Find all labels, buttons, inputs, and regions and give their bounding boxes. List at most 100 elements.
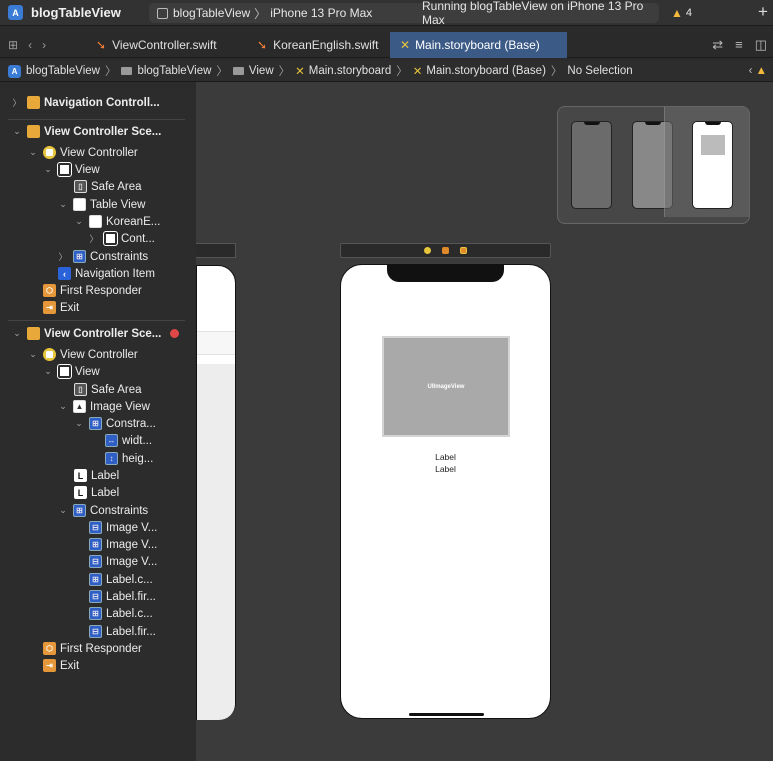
outline-label: View Controller xyxy=(60,348,138,361)
tab-label: KoreanEnglish.swift xyxy=(273,38,379,52)
outline-constraint-item[interactable]: ⊞ Label.c... xyxy=(89,605,153,622)
outline-height-constraint[interactable]: ↕ heig... xyxy=(105,450,153,467)
chevron-down-icon[interactable]: ⌄ xyxy=(74,418,84,429)
chevron-down-icon[interactable]: ⌄ xyxy=(58,401,68,412)
swift-icon: ➘ xyxy=(257,38,268,52)
constraint-icon: ⊟ xyxy=(89,625,102,638)
outline-first-responder-2[interactable]: ⬡ First Responder xyxy=(43,640,142,657)
jumpbar-group[interactable]: blogTableView xyxy=(137,65,211,77)
tab-main-storyboard[interactable]: ✕ Main.storyboard (Base) xyxy=(390,32,567,58)
outline-label: Image V... xyxy=(106,538,158,551)
outline-first-responder[interactable]: ⬡ First Responder xyxy=(43,282,142,299)
folder-icon xyxy=(121,67,133,75)
outline-image-view[interactable]: ⌄ ▲ Image View xyxy=(58,398,150,415)
outline-label: Constra... xyxy=(106,417,156,430)
view-controller-icon[interactable] xyxy=(424,247,431,254)
minimap-scene[interactable] xyxy=(692,121,733,209)
error-icon[interactable] xyxy=(170,329,180,338)
exit-icon[interactable] xyxy=(460,247,467,254)
outline-vc-scene-1[interactable]: ⌄ View Controller Sce... xyxy=(12,123,161,140)
jumpbar-view-folder[interactable]: View xyxy=(249,65,274,77)
outline-vc-scene-2[interactable]: ⌄ View Controller Sce... xyxy=(12,325,180,342)
scheme-selector[interactable]: blogTableView 〉 iPhone 13 Pro Max Runnin… xyxy=(149,0,659,199)
scheme-device[interactable]: iPhone 13 Pro Max xyxy=(270,6,372,20)
label-1[interactable]: Label xyxy=(341,452,550,462)
outline-constraints-2[interactable]: ⌄ ⊞ Constraints xyxy=(58,502,148,519)
chevron-right-icon[interactable]: 〉 xyxy=(58,250,68,263)
scene-dock-left[interactable] xyxy=(196,243,236,258)
jumpbar-issue-nav[interactable]: ‹ ▲ xyxy=(749,65,767,77)
lines-icon[interactable]: ≡ xyxy=(735,37,743,53)
first-responder-icon[interactable] xyxy=(442,247,449,254)
minimap-scene[interactable] xyxy=(571,121,612,209)
tab-koreanenglish[interactable]: ➘ KoreanEnglish.swift xyxy=(257,32,387,58)
chevron-down-icon[interactable]: ⌄ xyxy=(58,199,68,210)
chevron-down-icon[interactable]: ⌄ xyxy=(12,328,22,339)
chevron-right-icon: 〉 xyxy=(104,66,117,78)
scheme-target[interactable]: blogTableView xyxy=(173,6,250,20)
divider xyxy=(8,119,185,120)
forward-icon[interactable]: › xyxy=(42,38,46,52)
outline-constraint-item[interactable]: ⊟ Image V... xyxy=(89,519,157,536)
canvas-minimap[interactable] xyxy=(557,106,750,224)
warning-indicator[interactable]: ▲ 4 xyxy=(671,6,692,20)
grid-icon[interactable]: ⊞ xyxy=(8,38,18,52)
outline-constraint-item[interactable]: ⊟ Image V... xyxy=(89,553,157,570)
image-view[interactable]: UIImageView xyxy=(382,336,510,437)
back-icon[interactable]: ‹ xyxy=(28,38,32,52)
constraint-icon: ⊞ xyxy=(89,538,102,551)
jumpbar-storyboard-base[interactable]: Main.storyboard (Base) xyxy=(426,65,546,77)
outline-table-view[interactable]: ⌄ Table View xyxy=(58,196,145,213)
storyboard-canvas[interactable]: UIImageView Label Label xyxy=(196,82,773,761)
outline-table-cell[interactable]: ⌄ KoreanE... xyxy=(74,213,160,230)
outline-safe-area-2[interactable]: ▯ Safe Area xyxy=(74,381,142,398)
label-2[interactable]: Label xyxy=(341,464,550,474)
chevron-down-icon[interactable]: ⌄ xyxy=(58,505,68,516)
chevron-down-icon[interactable]: ⌄ xyxy=(43,164,53,175)
tab-viewcontroller[interactable]: ➘ ViewController.swift xyxy=(96,32,246,58)
outline-exit-2[interactable]: ⇥ Exit xyxy=(43,657,79,674)
outline-label-1[interactable]: L Label xyxy=(74,467,119,484)
jumpbar-storyboard[interactable]: Main.storyboard xyxy=(309,65,391,77)
chevron-down-icon[interactable]: ⌄ xyxy=(28,147,38,158)
chevron-right-icon[interactable]: 〉 xyxy=(12,96,22,109)
outline-navigation-item[interactable]: ‹ Navigation Item xyxy=(58,265,155,282)
split-icon[interactable]: ◫ xyxy=(755,37,767,53)
scene-dock[interactable] xyxy=(340,243,551,258)
outline-safe-area[interactable]: ▯ Safe Area xyxy=(74,178,142,195)
outline-view-controller[interactable]: ⌄ View Controller xyxy=(28,144,138,161)
outline-content-view[interactable]: 〉 Cont... xyxy=(89,230,155,247)
outline-nav-controller-scene[interactable]: 〉 Navigation Controll... xyxy=(12,94,160,111)
jumpbar-project[interactable]: blogTableView xyxy=(26,65,100,77)
add-icon[interactable]: + xyxy=(758,2,768,22)
outline-constraint-item[interactable]: ⊞ Image V... xyxy=(89,536,157,553)
outline-view-controller-2[interactable]: ⌄ View Controller xyxy=(28,346,138,363)
outline-constraint-item[interactable]: ⊟ Label.fir... xyxy=(89,588,156,605)
outline-constraints[interactable]: 〉 ⊞ Constraints xyxy=(58,248,148,265)
outline-view[interactable]: ⌄ View xyxy=(43,161,100,178)
swap-icon[interactable]: ⇄ xyxy=(712,37,723,53)
outline-constraint-item[interactable]: ⊟ Label.fir... xyxy=(89,623,156,640)
chevron-down-icon[interactable]: ⌄ xyxy=(74,216,84,227)
outline-label: First Responder xyxy=(60,284,142,297)
outline-image-constraints[interactable]: ⌄ ⊞ Constra... xyxy=(74,415,156,432)
chevron-down-icon[interactable]: ⌄ xyxy=(28,349,38,360)
outline-view-2[interactable]: ⌄ View xyxy=(43,363,100,380)
app-title: blogTableView xyxy=(31,5,121,20)
chevron-right-icon[interactable]: 〉 xyxy=(89,232,99,245)
outline-constraint-item[interactable]: ⊞ Label.c... xyxy=(89,571,153,588)
outline-exit[interactable]: ⇥ Exit xyxy=(43,299,79,316)
chevron-down-icon[interactable]: ⌄ xyxy=(12,126,22,137)
view-controller-icon xyxy=(43,348,56,361)
view-controller-scene[interactable]: UIImageView Label Label xyxy=(340,264,551,719)
chevron-down-icon[interactable]: ⌄ xyxy=(43,366,53,377)
outline-width-constraint[interactable]: ↔ widt... xyxy=(105,432,152,449)
first-responder-icon: ⬡ xyxy=(43,284,56,297)
phone-notch xyxy=(387,264,504,282)
outline-label-2[interactable]: L Label xyxy=(74,484,119,501)
outline-label: View xyxy=(75,365,100,378)
constraints-icon: ⊞ xyxy=(89,417,102,430)
table-view-controller-scene[interactable] xyxy=(196,265,236,720)
jumpbar-selection[interactable]: No Selection xyxy=(567,65,632,77)
scene-icon xyxy=(27,327,40,340)
